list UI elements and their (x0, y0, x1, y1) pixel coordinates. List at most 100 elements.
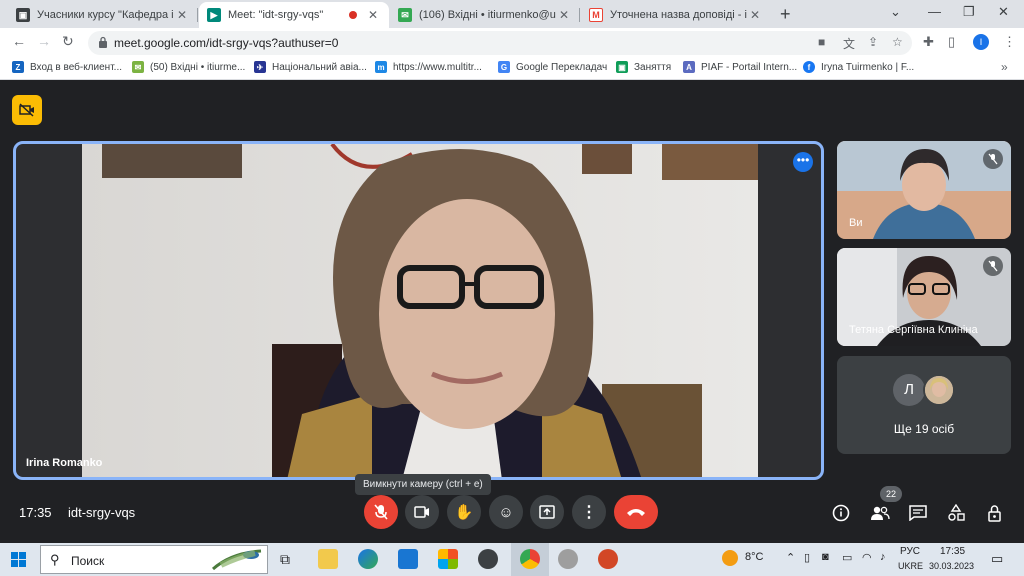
search-icon: ⚲ (50, 552, 60, 567)
participant-name: Тетяна Сергіївна Клиніна (849, 324, 978, 336)
minimize-button[interactable]: — (928, 4, 941, 19)
taskbar-date: 30.03.2023 (929, 561, 975, 571)
media-app-icon[interactable] (478, 549, 498, 569)
close-icon[interactable]: ✕ (747, 8, 763, 22)
translate-icon: G (498, 61, 510, 73)
tab-inbox[interactable]: ✉ (106) Вхідні • itiurmenko@ukr.ne ✕ (390, 2, 580, 28)
more-participants-tile[interactable]: Л Ще 19 осіб (837, 356, 1011, 454)
participant-video-tile[interactable]: Тетяна Сергіївна Клиніна (837, 248, 1011, 346)
close-icon[interactable]: ✕ (365, 8, 381, 22)
weather-temp[interactable]: 8°C (745, 551, 763, 563)
classroom-icon: ▣ (16, 8, 30, 22)
search-highlight-icon (212, 549, 262, 571)
tab-title: Учасники курсу "Кафедра історі (37, 9, 174, 21)
bookmark-star-icon[interactable]: ☆ (892, 35, 903, 49)
raise-hand-button[interactable]: ✋ (447, 495, 481, 529)
chevron-up-icon[interactable]: ⌃ (786, 551, 795, 564)
bookmark-item[interactable]: G Google Перекладач (498, 61, 607, 73)
bookmark-item[interactable]: ✈ Національний авіа... (254, 61, 367, 73)
chat-button[interactable] (907, 502, 929, 524)
activities-button[interactable] (945, 502, 967, 524)
multitran-icon: m (375, 61, 387, 73)
menu-icon[interactable]: ⋮ (1003, 34, 1016, 50)
windows-start-icon[interactable] (11, 552, 26, 567)
extensions-icon[interactable]: ✚ (923, 34, 934, 50)
mail-app-icon[interactable] (398, 549, 418, 569)
avatar: Л (893, 374, 925, 406)
share-icon[interactable]: ⇪ (868, 35, 878, 49)
restore-button[interactable]: ❐ (963, 4, 975, 20)
camera-toggle-button[interactable] (405, 495, 439, 529)
more-options-button[interactable]: ⋮ (572, 495, 606, 529)
back-icon[interactable]: ← (12, 33, 26, 49)
more-options-icon[interactable]: ••• (793, 152, 813, 172)
bookmark-item[interactable]: ✉ (50) Вхідні • itiurme... (132, 61, 245, 73)
participant-name: Ви (849, 217, 863, 229)
file-explorer-icon[interactable] (318, 549, 338, 569)
tab-strip: ▣ Учасники курсу "Кафедра історі ✕ ▶ Mee… (0, 0, 1024, 28)
bookmark-item[interactable]: Z Вход в веб-клиент... (12, 61, 122, 73)
more-vert-icon: ⋮ (581, 504, 597, 521)
mic-toggle-button[interactable] (364, 495, 398, 529)
phone-hangup-icon (627, 509, 645, 516)
chrome-icon[interactable] (520, 549, 540, 569)
people-button[interactable] (869, 502, 891, 524)
meet-icon: ▶ (207, 8, 221, 22)
taskbar-search-input[interactable]: ⚲ Поиск (40, 545, 268, 574)
address-bar[interactable]: meet.google.com/idt-srgy-vqs?authuser=0 … (88, 31, 912, 55)
main-video-tile[interactable]: ••• Irina Romanko (13, 141, 824, 480)
tab-meet[interactable]: ▶ Meet: "idt-srgy-vqs" ✕ (199, 2, 389, 28)
tab-course[interactable]: ▣ Учасники курсу "Кафедра історі ✕ (8, 2, 198, 28)
task-view-icon[interactable]: ⧉ (280, 551, 290, 568)
tab-search-icon[interactable]: ⌄ (890, 4, 901, 20)
store-icon[interactable] (438, 549, 458, 569)
bookmark-item[interactable]: f Iryna Tuirmenko | F... (803, 61, 914, 73)
taskbar: ⚲ Поиск ⧉ 8°C ⌃ ▯ ◙ ▭ ◠ ♪ РУС UKRE 17:35… (0, 543, 1024, 576)
bookmark-item[interactable]: m https://www.multitr... (375, 61, 482, 73)
self-video-tile[interactable]: Ви (837, 141, 1011, 239)
powerpoint-icon[interactable] (598, 549, 618, 569)
close-window-button[interactable]: ✕ (998, 4, 1009, 20)
taskbar-clock[interactable]: 17:35 (940, 546, 965, 557)
tab-gmail[interactable]: M Уточнена назва доповіді - iryna ✕ (581, 2, 771, 28)
reload-icon[interactable]: ↻ (62, 33, 74, 50)
meet-tray-icon[interactable]: ◙ (822, 551, 829, 563)
emoji-icon: ☺ (498, 503, 514, 521)
meeting-details-button[interactable] (830, 502, 852, 524)
disk-app-icon[interactable] (558, 549, 578, 569)
camera-warning-button[interactable] (12, 95, 42, 125)
bookmark-item[interactable]: A PIAF - Portail Intern... (683, 61, 797, 73)
meet-area: ••• Irina Romanko Ви Тетяна Сергіївна Кл… (0, 81, 1024, 539)
host-controls-button[interactable] (984, 502, 1006, 524)
present-screen-button[interactable] (530, 495, 564, 529)
avatar-photo (923, 374, 955, 406)
close-icon[interactable]: ✕ (556, 8, 572, 22)
shapes-icon (948, 504, 965, 521)
new-tab-button[interactable]: + (780, 4, 791, 25)
tooltip: Вимкнути камеру (ctrl + e) (355, 474, 491, 495)
profile-avatar[interactable]: I (973, 34, 989, 50)
wifi-icon[interactable]: ◠ (862, 551, 872, 564)
translate-icon[interactable]: 文 (843, 35, 855, 52)
weather-sun-icon (722, 550, 738, 566)
more-participants-label: Ще 19 осіб (893, 422, 955, 436)
reactions-button[interactable]: ☺ (489, 495, 523, 529)
forward-icon[interactable]: → (37, 33, 51, 49)
lock-person-icon (988, 505, 1001, 522)
volume-icon[interactable]: ♪ (880, 551, 886, 563)
mic-off-icon (374, 504, 388, 520)
leave-call-button[interactable] (614, 495, 658, 529)
device-icon[interactable]: ▯ (804, 551, 810, 564)
edge-icon[interactable] (358, 549, 378, 569)
keyboard-layout: UKRE (898, 561, 924, 571)
more-bookmarks-icon[interactable]: » (1001, 60, 1008, 74)
side-panel-icon[interactable]: ▯ (948, 34, 955, 50)
battery-icon[interactable]: ▭ (842, 551, 852, 564)
camera-icon[interactable]: ■ (818, 35, 825, 49)
people-count-badge: 22 (880, 486, 902, 502)
close-icon[interactable]: ✕ (174, 8, 190, 22)
info-icon (832, 504, 850, 522)
language-indicator[interactable]: РУС (900, 546, 920, 557)
notifications-icon[interactable]: ▭ (991, 551, 1003, 567)
bookmark-item[interactable]: ▣ Заняття (616, 61, 671, 73)
